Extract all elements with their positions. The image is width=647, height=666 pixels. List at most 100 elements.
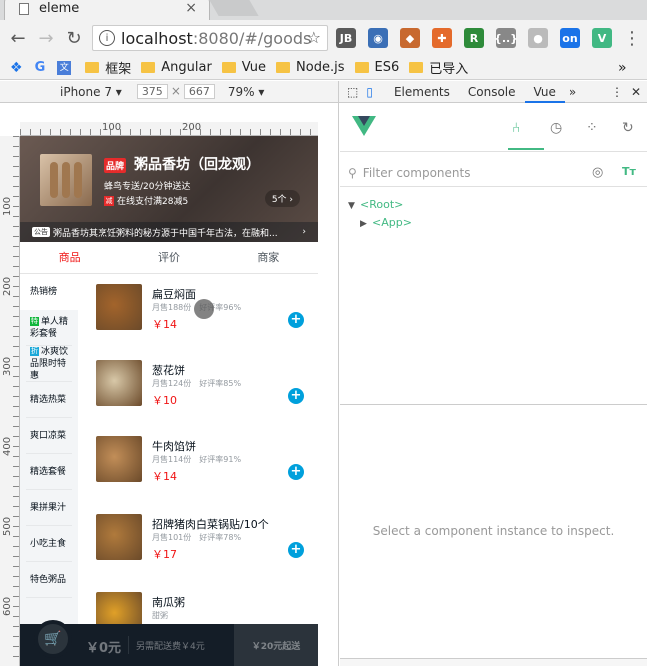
menu-item[interactable]: 小吃主食 — [26, 526, 72, 562]
history-icon[interactable]: ◷ — [550, 120, 562, 136]
bookmark-folder[interactable]: 已导入 — [409, 58, 468, 77]
r-ext-icon[interactable]: R — [464, 28, 484, 48]
ruler-label: 300 — [2, 356, 13, 376]
reload-icon[interactable]: ↻ — [60, 28, 88, 49]
menu-item[interactable]: 折冰爽饮品限时特惠 — [26, 346, 72, 382]
tab-seller[interactable]: 商家 — [219, 242, 318, 273]
bookmark-folder[interactable]: Vue — [221, 60, 266, 75]
select-target-icon[interactable]: ◎ — [592, 165, 603, 180]
apps-icon[interactable]: ❖ — [10, 60, 23, 76]
menu-item[interactable]: 爽口凉菜 — [26, 418, 72, 454]
inspect-icon[interactable]: ⬚ — [347, 85, 358, 99]
tab-goods[interactable]: 商品 — [20, 242, 119, 273]
devtools-menu-icon[interactable]: ⋮ — [611, 85, 623, 99]
add-to-cart-icon[interactable]: + — [288, 388, 304, 404]
food-item[interactable]: 葱花饼 月售124份 好评率85% ￥10 + — [96, 360, 304, 430]
info-icon[interactable]: i — [99, 30, 115, 46]
bookmark-label: Angular — [161, 60, 212, 75]
grey-ext-icon[interactable]: ● — [528, 28, 548, 48]
support-count-button[interactable]: 5个 › — [264, 190, 300, 207]
json-ext-icon[interactable]: {..} — [494, 28, 518, 48]
jetbrains-ext-icon[interactable]: JB — [336, 28, 356, 48]
fox-ext-icon[interactable]: ◆ — [400, 28, 420, 48]
vue-ext-icon[interactable]: V — [592, 28, 612, 48]
times-sign: × — [170, 84, 181, 98]
zoom-value: 79% — [227, 84, 255, 99]
bookmark-folder[interactable]: Node.js — [276, 60, 345, 75]
format-names-icon[interactable]: Tт — [622, 165, 636, 178]
bookmark-folder[interactable]: ES6 — [354, 60, 399, 75]
food-image — [96, 436, 142, 482]
expand-arrow-icon[interactable]: ▼ — [348, 197, 360, 215]
tree-node-app[interactable]: ▶ <App> — [340, 214, 647, 232]
component-filter[interactable]: ⚲ Filter components ◎ Tт — [340, 159, 647, 187]
food-name: 葱花饼 — [152, 364, 185, 377]
bookmark-folder[interactable]: 框架 — [85, 58, 131, 77]
menu-item[interactable]: 精选套餐 — [26, 454, 72, 490]
tab-ratings[interactable]: 评价 — [119, 242, 218, 273]
menu-item-text: 精选套餐 — [30, 466, 66, 478]
device-select[interactable]: iPhone 7 ▾ — [60, 85, 122, 99]
on-ext-icon[interactable]: on — [560, 28, 580, 48]
menu-item[interactable]: 热销榜 — [20, 274, 78, 310]
component-name: <App> — [372, 216, 412, 229]
menu-item-text: 小吃主食 — [30, 538, 66, 550]
chevron-right-icon: › — [302, 227, 306, 237]
device-mode-icon[interactable]: ▯ — [366, 85, 373, 99]
tab-vue[interactable]: Vue — [524, 81, 565, 103]
food-item[interactable]: 扁豆焖面 月售188份 好评率96% ￥14 + — [96, 284, 304, 354]
bookmark-folder[interactable]: Angular — [141, 60, 212, 75]
device-width-input[interactable]: 375 — [136, 84, 168, 99]
food-image — [96, 514, 142, 560]
close-devtools-icon[interactable]: ✕ — [631, 85, 641, 99]
seller-header: 品牌 粥品香坊（回龙观） 蜂鸟专送/20分钟送达 减 在线支付满28减5 5个 … — [20, 136, 318, 242]
inspector-empty-message: Select a component instance to inspect. — [372, 524, 615, 538]
google-icon[interactable]: G — [35, 60, 46, 75]
bookmarks-more-icon[interactable]: » — [618, 60, 627, 76]
pay-button[interactable]: ￥20元起送 — [234, 624, 318, 666]
food-item[interactable]: 牛肉馅饼 月售114份 好评率91% ￥14 + — [96, 436, 304, 506]
add-to-cart-icon[interactable]: + — [288, 464, 304, 480]
menu-item[interactable]: 果拼果汁 — [26, 490, 72, 526]
tab-console[interactable]: Console — [459, 81, 525, 103]
expand-arrow-icon[interactable]: ▶ — [360, 215, 372, 233]
menu-item-label: 特色粥品 — [30, 574, 67, 585]
menu-item[interactable]: 精选热菜 — [26, 382, 72, 418]
lifesaver-ext-icon[interactable]: ✚ — [432, 28, 452, 48]
vuex-icon[interactable]: ⁘ — [586, 120, 598, 136]
menu-item-label: 精选热菜 — [30, 394, 67, 405]
translate-icon[interactable]: 文 — [57, 60, 72, 75]
components-icon[interactable]: ⑃ — [512, 120, 520, 136]
bulletin[interactable]: 公告 粥品香坊其烹饪粥料的秘方源于中国千年古法，在融和... › — [20, 222, 318, 242]
tab-elements[interactable]: Elements — [385, 81, 459, 103]
bulletin-text: 粥品香坊其烹饪粥料的秘方源于中国千年古法，在融和... — [53, 228, 278, 239]
add-to-cart-icon[interactable]: + — [288, 542, 304, 558]
food-item[interactable]: 招牌猪肉白菜锅贴/10个 月售101份 好评率78% ￥17 + — [96, 514, 304, 584]
filter-input[interactable]: Filter components — [363, 166, 471, 180]
browser-menu-icon[interactable]: ⋮ — [618, 28, 646, 49]
forward-icon[interactable]: → — [32, 28, 60, 49]
menu-item[interactable]: 特单人精彩套餐 — [26, 310, 72, 346]
menu-item[interactable]: 特色粥品 — [26, 562, 72, 598]
add-to-cart-icon[interactable]: + — [288, 312, 304, 328]
inspector-divider[interactable] — [340, 404, 647, 405]
refresh-icon[interactable]: ↻ — [622, 120, 634, 136]
browser-tab[interactable]: eleme × — [4, 0, 210, 20]
close-tab-icon[interactable]: × — [185, 0, 197, 16]
address-bar[interactable]: i localhost:8080/#/goods ☆ — [92, 25, 328, 51]
device-height-input[interactable]: 667 — [183, 84, 215, 99]
menu-item-label: 热销榜 — [30, 287, 58, 297]
menu-item-label: 精选套餐 — [30, 466, 67, 477]
horizontal-scrollbar[interactable] — [340, 658, 647, 666]
panel-divider[interactable] — [338, 81, 339, 666]
star-icon[interactable]: ☆ — [307, 28, 321, 47]
menu-item-text: 特单人精彩套餐 — [30, 316, 68, 340]
zoom-select[interactable]: 79% ▾ — [228, 85, 265, 99]
more-tabs-icon[interactable]: » — [569, 85, 576, 99]
new-tab-button[interactable] — [209, 0, 259, 16]
component-name: <Root> — [360, 198, 404, 211]
back-icon[interactable]: ← — [4, 28, 32, 49]
tree-node-root[interactable]: ▼ <Root> — [340, 196, 647, 214]
cart-icon[interactable]: 🛒 — [34, 620, 72, 658]
globe-ext-icon[interactable]: ◉ — [368, 28, 388, 48]
